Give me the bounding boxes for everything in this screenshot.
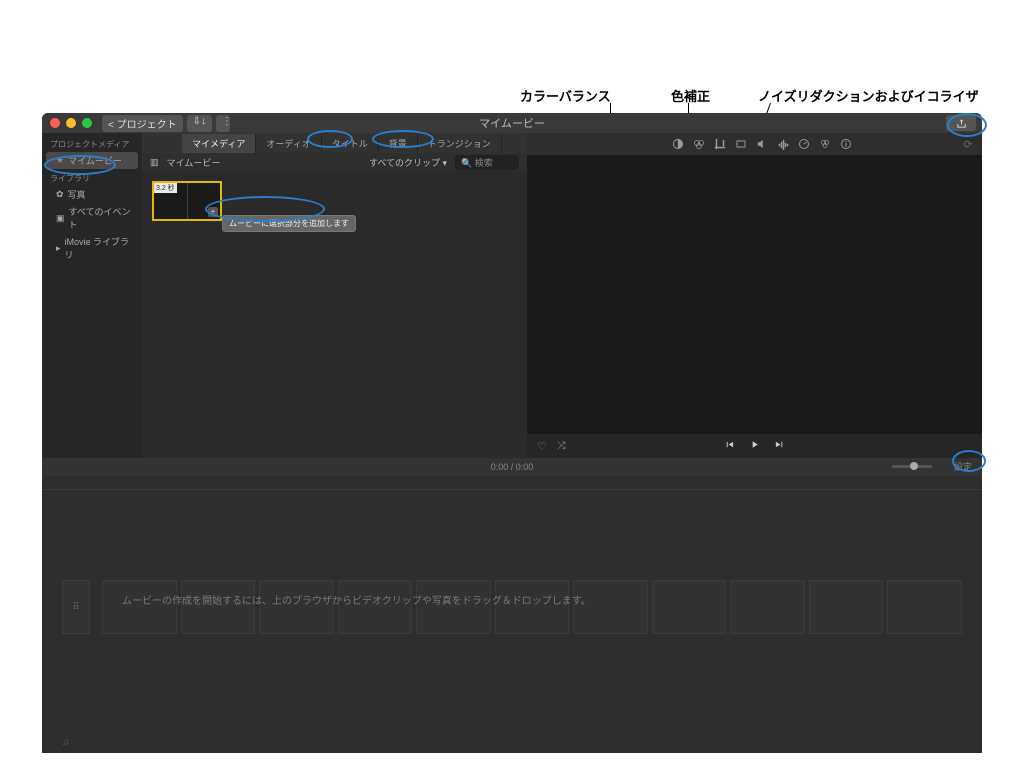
stabilize-icon[interactable]	[735, 138, 747, 150]
chevron-right-icon: ▸	[56, 243, 61, 254]
share-button[interactable]	[946, 115, 976, 131]
browser-tabs: マイメディア オーディオ タイトル 背景 トランジション	[142, 133, 527, 153]
audio-track-icon: ♫	[62, 737, 70, 748]
timeline-stub: ⠿	[62, 580, 90, 634]
clip-slot[interactable]	[887, 580, 962, 634]
play-button[interactable]	[749, 439, 760, 453]
sidebar-item-photos[interactable]: ✿ 写真	[42, 186, 142, 203]
clip-slot[interactable]	[652, 580, 727, 634]
clip-duration-badge: 3.2 秒	[154, 183, 177, 193]
speed-icon[interactable]	[798, 138, 810, 150]
timeline-header: 0:00 / 0:00 設定	[42, 458, 982, 476]
adjust-toolbar: ⟳	[527, 133, 982, 155]
sidebar-item-label: 写真	[68, 188, 86, 201]
noise-eq-icon[interactable]	[777, 138, 789, 150]
events-icon: ▣	[56, 213, 65, 224]
clip-thumbnail[interactable]: 3.2 秒 +	[152, 181, 222, 221]
media-browser: マイメディア オーディオ タイトル 背景 トランジション ▥ マイムービー すべ…	[142, 133, 527, 458]
color-balance-icon[interactable]	[672, 138, 684, 150]
clip-slot[interactable]	[181, 580, 256, 634]
timeline-ruler[interactable]	[42, 476, 982, 490]
tab-mymedia[interactable]: マイメディア	[182, 134, 256, 153]
breadcrumb: マイムービー	[167, 156, 221, 169]
photos-icon: ✿	[56, 189, 64, 200]
tooltip: ムービーに選択部分を追加します	[222, 215, 356, 232]
info-icon[interactable]	[840, 138, 852, 150]
zoom-slider[interactable]	[892, 465, 932, 468]
sidebar-item-imovie-library[interactable]: ▸ iMovie ライブラリ	[42, 233, 142, 263]
timeline-placeholder: ムービーの作成を開始するには、上のブラウザからビデオクリップや写真をドラッグ＆ド…	[122, 592, 591, 607]
timeline[interactable]: ⠿ ムービーの作成を開始するには、上のブラウザからビデオクリップや写真をドラッグ…	[42, 476, 982, 753]
viewer-panel: ⟳ ♡ ⤨	[527, 133, 982, 458]
clip-slot[interactable]	[102, 580, 177, 634]
share-icon	[956, 118, 967, 129]
sidebar-hdr-library: ライブラリ	[42, 169, 142, 186]
clip-slot[interactable]	[809, 580, 884, 634]
sidebar: プロジェクトメディア ★ マイムービー ライブラリ ✿ 写真 ▣ すべてのイベン…	[42, 133, 142, 458]
clip-slot[interactable]	[573, 580, 648, 634]
sidebar-item-label: iMovie ライブラリ	[65, 235, 134, 261]
color-correction-icon[interactable]	[693, 138, 705, 150]
filter-icon[interactable]	[819, 138, 831, 150]
window-title: マイムービー	[42, 115, 982, 131]
clip-slot[interactable]	[730, 580, 805, 634]
volume-icon[interactable]	[756, 138, 768, 150]
sidebar-hdr-projectmedia: プロジェクトメディア	[42, 135, 142, 152]
clip-slots[interactable]	[102, 580, 962, 634]
clip-slot[interactable]	[338, 580, 413, 634]
clips-filter[interactable]: すべてのクリップ ▾	[369, 156, 447, 169]
star-icon: ★	[56, 155, 64, 166]
viewer-controls: ♡ ⤨	[527, 434, 982, 458]
timecode: 0:00 / 0:00	[491, 462, 534, 472]
annot-color-balance: カラーバランス	[520, 86, 611, 105]
tab-titles[interactable]: タイトル	[322, 134, 379, 153]
clip-slot[interactable]	[416, 580, 491, 634]
sidebar-item-label: マイムービー	[68, 154, 122, 167]
sidebar-item-mymovie[interactable]: ★ マイムービー	[46, 152, 138, 169]
clip-slot[interactable]	[495, 580, 570, 634]
imovie-window: < プロジェクト ⇩↓ ⋮ マイムービー プロジェクトメディア ★ マイムービー…	[42, 113, 982, 753]
tab-backgrounds[interactable]: 背景	[379, 134, 418, 153]
tab-audio[interactable]: オーディオ	[256, 134, 321, 153]
timeline-settings-button[interactable]: 設定	[954, 458, 972, 476]
search-input[interactable]: 🔍 検索	[455, 155, 519, 170]
sidebar-item-all-events[interactable]: ▣ すべてのイベント	[42, 203, 142, 233]
annot-noise-eq: ノイズリダクションおよびイコライザ	[758, 86, 979, 105]
preview-viewport[interactable]	[527, 155, 982, 434]
sidebar-item-label: すべてのイベント	[69, 205, 134, 231]
reset-icon[interactable]: ⟳	[962, 138, 974, 150]
add-to-movie-button[interactable]: +	[208, 207, 218, 217]
titlebar: < プロジェクト ⇩↓ ⋮ マイムービー	[42, 113, 982, 133]
prev-button[interactable]	[724, 439, 735, 453]
annot-color-correct: 色補正	[671, 86, 710, 105]
next-button[interactable]	[774, 439, 785, 453]
crop-icon[interactable]	[714, 138, 726, 150]
layout-icon[interactable]: ▥	[150, 157, 159, 168]
clip-slot[interactable]	[259, 580, 334, 634]
tab-transitions[interactable]: トランジション	[418, 134, 502, 153]
